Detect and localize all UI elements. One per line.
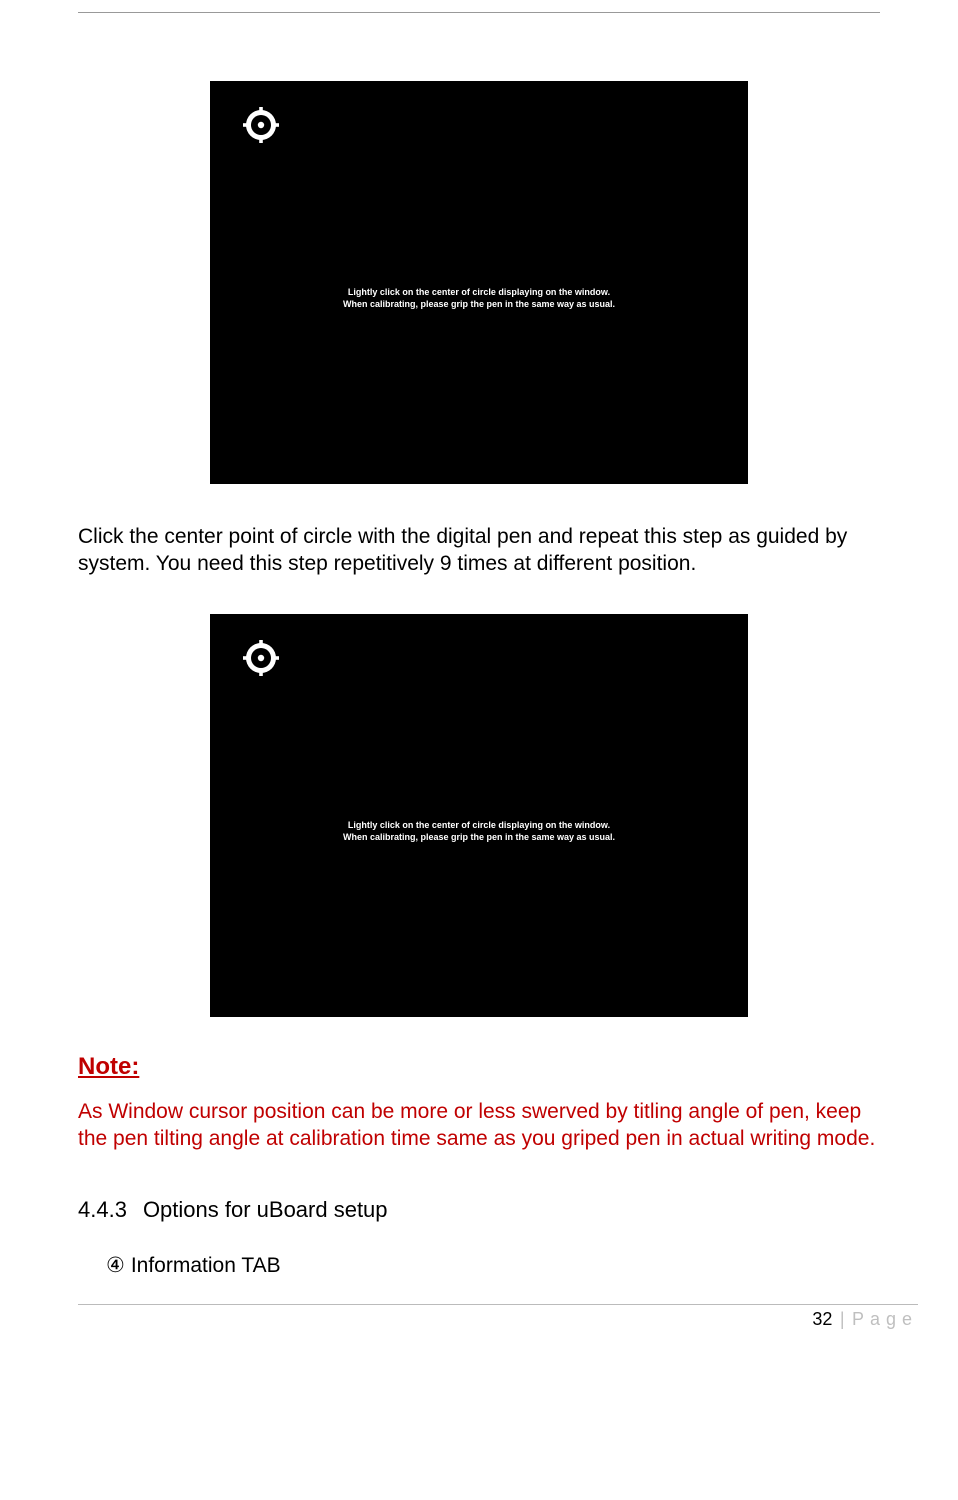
note-body: As Window cursor position can be more or… <box>78 1099 880 1153</box>
calibration-target-icon <box>243 107 279 143</box>
instruction-paragraph: Click the center point of circle with th… <box>78 524 880 578</box>
calibration-instruction-text: Lightly click on the center of circle di… <box>210 286 748 310</box>
note-label: Note: <box>78 1053 880 1081</box>
calibration-line1: Lightly click on the center of circle di… <box>348 287 610 297</box>
header-rule <box>78 12 880 13</box>
page-separator: | <box>840 1309 845 1329</box>
page-number: 32 <box>812 1309 832 1329</box>
calibration-target-icon <box>243 640 279 676</box>
document-page: Lightly click on the center of circle di… <box>0 12 958 1344</box>
section-heading: 4.4.3 Options for uBoard setup <box>78 1197 880 1223</box>
calibration-instruction-text: Lightly click on the center of circle di… <box>210 819 748 843</box>
list-item-text: Information TAB <box>131 1254 281 1277</box>
list-marker-icon: ④ <box>106 1253 125 1278</box>
section-number: 4.4.3 <box>78 1197 127 1222</box>
page-footer: 32 | Page <box>78 1304 918 1344</box>
calibration-line2: When calibrating, please grip the pen in… <box>343 299 615 309</box>
list-item: ④ Information TAB <box>106 1253 880 1278</box>
content-area: Lightly click on the center of circle di… <box>0 81 958 1278</box>
calibration-screenshot-2: Lightly click on the center of circle di… <box>210 614 748 1017</box>
calibration-line2: When calibrating, please grip the pen in… <box>343 832 615 842</box>
calibration-screenshot-1: Lightly click on the center of circle di… <box>210 81 748 484</box>
calibration-line1: Lightly click on the center of circle di… <box>348 820 610 830</box>
page-word: Page <box>852 1309 918 1329</box>
section-title: Options for uBoard setup <box>143 1197 388 1222</box>
